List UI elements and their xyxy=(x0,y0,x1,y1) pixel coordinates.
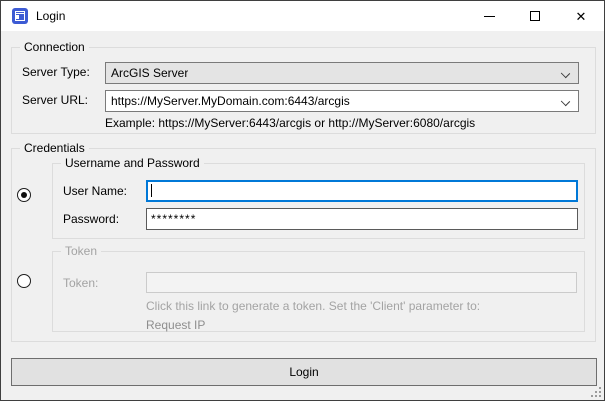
username-label: User Name: xyxy=(63,184,127,198)
username-password-radio[interactable] xyxy=(17,188,31,202)
username-password-groupbox: Username and Password User Name: Passwor… xyxy=(52,163,585,239)
server-url-example-text: Example: https://MyServer:6443/arcgis or… xyxy=(105,116,475,130)
request-ip-link: Request IP xyxy=(146,318,205,332)
close-button[interactable]: ✕ xyxy=(558,1,604,31)
server-url-combobox[interactable]: https://MyServer.MyDomain.com:6443/arcgi… xyxy=(105,90,579,112)
chevron-down-icon xyxy=(561,97,570,106)
server-type-label: Server Type: xyxy=(22,65,90,79)
server-type-value: ArcGIS Server xyxy=(111,66,188,80)
login-button[interactable]: Login xyxy=(11,358,597,386)
window-title: Login xyxy=(36,1,65,31)
credentials-groupbox: Credentials Username and Password User N… xyxy=(11,148,596,342)
token-radio[interactable] xyxy=(17,274,31,288)
server-type-dropdown[interactable]: ArcGIS Server xyxy=(105,62,579,84)
token-group-label: Token xyxy=(61,244,101,259)
titlebar[interactable]: Login ✕ xyxy=(1,1,604,31)
login-dialog: Login ✕ Connection Server Type: ArcGIS S… xyxy=(0,0,605,401)
maximize-icon xyxy=(530,11,540,21)
token-label: Token: xyxy=(63,276,98,290)
token-groupbox: Token Token: Click this link to generate… xyxy=(52,251,585,332)
chevron-down-icon xyxy=(561,69,570,78)
token-hint-text: Click this link to generate a token. Set… xyxy=(146,299,480,313)
username-input[interactable] xyxy=(146,180,578,202)
minimize-button[interactable] xyxy=(466,1,512,31)
password-input[interactable] xyxy=(146,208,578,230)
token-input xyxy=(146,272,577,293)
app-window-icon xyxy=(12,8,28,24)
connection-groupbox: Connection Server Type: ArcGIS Server Se… xyxy=(11,47,596,134)
text-caret xyxy=(151,184,152,197)
close-icon: ✕ xyxy=(576,10,587,23)
credentials-group-label: Credentials xyxy=(20,141,89,156)
maximize-button[interactable] xyxy=(512,1,558,31)
password-label: Password: xyxy=(63,212,119,226)
minimize-icon xyxy=(484,16,495,17)
server-url-label: Server URL: xyxy=(22,93,88,107)
server-url-value: https://MyServer.MyDomain.com:6443/arcgi… xyxy=(111,94,350,108)
username-password-group-label: Username and Password xyxy=(61,156,204,171)
login-button-label: Login xyxy=(289,365,318,379)
resize-grip-icon[interactable] xyxy=(590,386,601,397)
connection-group-label: Connection xyxy=(20,40,89,55)
